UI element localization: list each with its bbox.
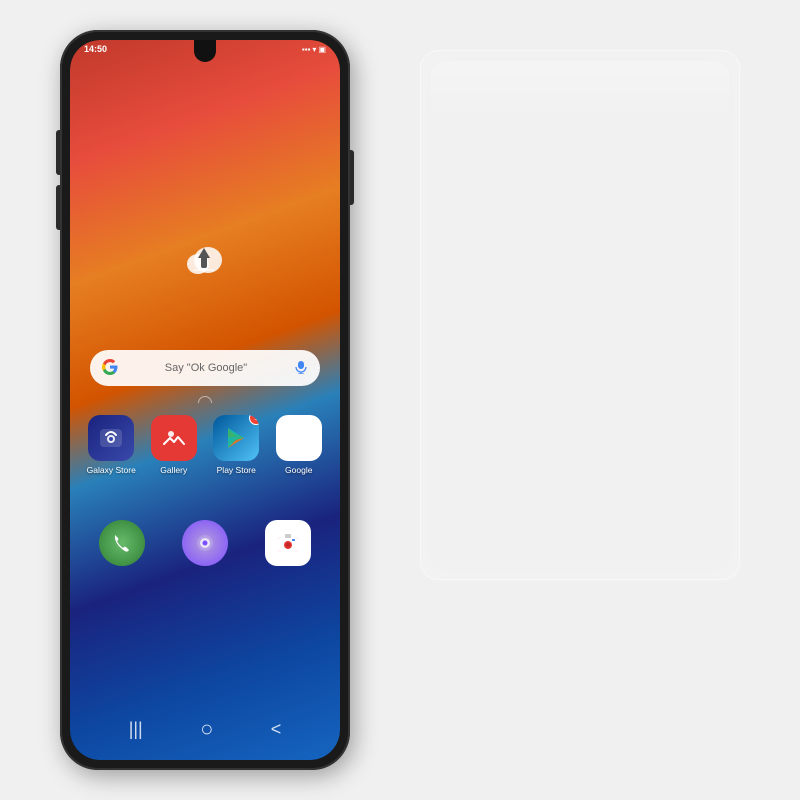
google-label: Google <box>285 465 312 475</box>
camera-shortcut-item[interactable] <box>259 520 317 566</box>
phone-inner: 14:50 ▪▪▪ ▾ ▣ <box>70 40 340 760</box>
play-store-item[interactable]: 1 Play Store <box>207 415 265 475</box>
bixby-app-icon <box>182 520 228 566</box>
play-store-badge: 1 <box>249 415 259 425</box>
galaxy-store-icon <box>88 415 134 461</box>
app-row: Galaxy Store Gallery <box>80 415 330 475</box>
play-store-label: Play Store <box>217 465 256 475</box>
back-button[interactable]: < <box>271 719 282 740</box>
search-placeholder: Say "Ok Google" <box>126 362 286 374</box>
gallery-icon <box>151 415 197 461</box>
nav-bar: ||| ○ < <box>70 716 340 742</box>
phone-app-icon <box>99 520 145 566</box>
camera-shortcut-icon <box>265 520 311 566</box>
google-item[interactable]: Google <box>270 415 328 475</box>
cloud-upload-icon <box>180 240 230 280</box>
phone-app-item[interactable] <box>93 520 151 566</box>
galaxy-store-item[interactable]: Galaxy Store <box>82 415 140 475</box>
glass-shine <box>431 61 729 121</box>
swipe-indicator <box>198 396 212 403</box>
recents-button[interactable]: ||| <box>129 719 143 740</box>
home-button[interactable]: ○ <box>200 716 213 742</box>
bottom-app-row <box>80 520 330 566</box>
microphone-icon <box>294 360 308 377</box>
status-time: 14:50 <box>84 44 107 54</box>
gallery-item[interactable]: Gallery <box>145 415 203 475</box>
status-icons: ▪▪▪ ▾ ▣ <box>302 45 326 54</box>
play-store-icon: 1 <box>213 415 259 461</box>
scene: 14:50 ▪▪▪ ▾ ▣ <box>0 0 800 800</box>
wifi-icon: ▾ <box>312 45 316 54</box>
signal-icon: ▪▪▪ <box>302 45 311 54</box>
volume-up-button <box>56 130 60 175</box>
google-g-logo <box>102 359 118 378</box>
galaxy-store-label: Galaxy Store <box>87 465 136 475</box>
phone: 14:50 ▪▪▪ ▾ ▣ <box>60 30 350 770</box>
gallery-label: Gallery <box>160 465 187 475</box>
cloud-area <box>180 240 230 280</box>
google-icon <box>276 415 322 461</box>
screen: 14:50 ▪▪▪ ▾ ▣ <box>70 40 340 760</box>
status-bar: 14:50 ▪▪▪ ▾ ▣ <box>84 44 326 54</box>
power-button <box>350 150 354 205</box>
screen-protector <box>420 50 740 580</box>
search-bar[interactable]: Say "Ok Google" <box>90 350 320 386</box>
volume-down-button <box>56 185 60 230</box>
battery-icon: ▣ <box>318 45 326 54</box>
bixby-app-item[interactable] <box>176 520 234 566</box>
